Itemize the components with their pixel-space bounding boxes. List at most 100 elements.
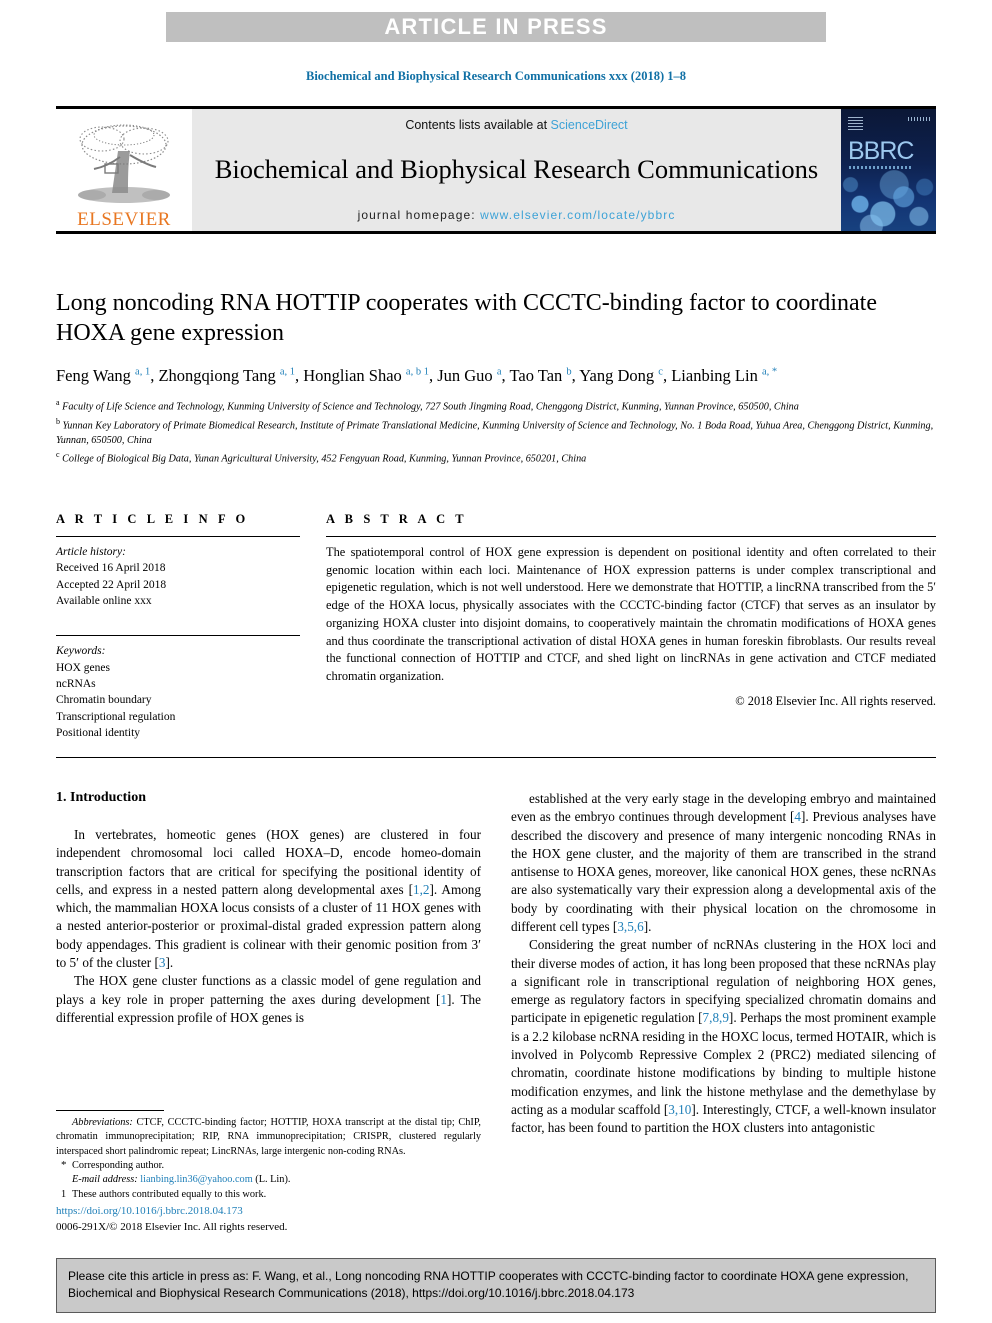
article-history-item: Available online xxx: [56, 594, 152, 607]
author-name: Zhongqiong Tang: [158, 366, 280, 386]
affiliation-text: Faculty of Life Science and Technology, …: [59, 401, 799, 413]
cite-this-article-box: Please cite this article in press as: F.…: [56, 1258, 936, 1314]
citation-link[interactable]: 3,10: [668, 1102, 691, 1117]
paragraph-text: ].: [643, 918, 652, 934]
body-column-left: 1. Introduction In vertebrates, homeotic…: [56, 790, 481, 1202]
journal-masthead: ELSEVIER Contents lists available at Sci…: [56, 106, 936, 234]
article-history-lines: Received 16 April 2018 Accepted 22 April …: [56, 560, 300, 609]
abbrev-label: Abbreviations:: [72, 1117, 133, 1129]
author-affiliation-mark: a, 1: [279, 366, 295, 378]
author-name: Jun Guo: [437, 366, 497, 386]
abstract-heading: A B S T R A C T: [326, 512, 468, 526]
author-separator: ,: [428, 366, 438, 386]
journal-homepage-line: journal homepage: www.elsevier.com/locat…: [358, 208, 676, 222]
masthead-center: Contents lists available at ScienceDirec…: [192, 109, 841, 231]
left-column-paragraphs: In vertebrates, homeotic genes (HOX gene…: [56, 826, 481, 1027]
elsevier-tree-icon: [78, 124, 170, 203]
abstract-copyright: © 2018 Elsevier Inc. All rights reserved…: [735, 693, 936, 708]
footnote-equal-contribution: 1 These authors contributed equally to th…: [56, 1188, 481, 1202]
cite-this-article-text: Please cite this article in press as: F.…: [68, 1269, 909, 1301]
journal-cover-thumbnail: BBRC: [841, 109, 936, 231]
footnotes-block: Abbreviations: CTCF, CCCTC-binding facto…: [56, 1110, 481, 1202]
footnote-email: E-mail address: lianbing.lin36@yahoo.com…: [56, 1173, 481, 1187]
cover-publisher-mark-icon: [848, 115, 863, 130]
email-link[interactable]: lianbing.lin36@yahoo.com: [140, 1174, 252, 1185]
keyword-item: Transcriptional regulation: [56, 710, 176, 723]
abstract-divider: [326, 536, 936, 537]
issn-copyright-line: 0006-291X/© 2018 Elsevier Inc. All right…: [56, 1220, 288, 1233]
article-history-item: Accepted 22 April 2018: [56, 578, 167, 591]
cover-bbrc-title: BBRC: [848, 137, 914, 165]
elsevier-wordmark: ELSEVIER: [77, 209, 171, 230]
author-name: Lianbing Lin: [671, 366, 762, 386]
keywords-lines: HOX genes ncRNAs Chromatin boundary Transcr…: [56, 660, 300, 742]
article-history-item: Received 16 April 2018: [56, 562, 166, 575]
article-in-press-banner: ARTICLE IN PRESS: [166, 12, 826, 42]
affiliation-item: b Yunnan Key Laboratory of Primate Biome…: [56, 416, 936, 449]
article-page: ARTICLE IN PRESS Biochemical and Biophys…: [0, 0, 992, 1323]
journal-reference-line: Biochemical and Biophysical Research Com…: [306, 69, 686, 83]
email-label: E-mail address:: [72, 1174, 138, 1186]
body-column-right: established at the very early stage in t…: [511, 790, 936, 1202]
author-affiliation-mark: a, b 1: [405, 366, 429, 378]
cover-subtitle-rule: [849, 166, 911, 169]
abstract-column: A B S T R A C T The spatiotemporal contr…: [326, 512, 936, 741]
email-suffix: (L. Lin).: [252, 1174, 291, 1186]
footnote-abbreviations: Abbreviations: CTCF, CCCTC-binding facto…: [56, 1116, 481, 1159]
info-abstract-row: A R T I C L E I N F O Article history: R…: [56, 512, 936, 759]
author-name: Honglian Shao: [303, 366, 406, 386]
keywords-label: Keywords:: [56, 645, 106, 658]
affiliation-text: College of Biological Big Data, Yunan Ag…: [59, 452, 587, 464]
footnote-mark-1: 1: [61, 1188, 67, 1200]
citation-link[interactable]: 3,5,6: [617, 919, 643, 934]
article-history-label: Article history:: [56, 546, 126, 558]
homepage-url-link[interactable]: www.elsevier.com/locate/ybbrc: [480, 208, 675, 222]
body-columns: 1. Introduction In vertebrates, homeotic…: [56, 790, 936, 1202]
author-separator: ,: [295, 366, 304, 386]
affiliation-list: a Faculty of Life Science and Technology…: [56, 397, 936, 466]
citation-link[interactable]: 4: [794, 809, 801, 824]
body-paragraph: Considering the great number of ncRNAs c…: [511, 936, 936, 1137]
equal-contribution-text: These authors contributed equally to thi…: [72, 1188, 267, 1200]
abstract-body: The spatiotemporal control of HOX gene e…: [326, 545, 936, 684]
contents-lists-line: Contents lists available at ScienceDirec…: [405, 118, 627, 132]
citation-link[interactable]: 1,2: [413, 882, 429, 897]
author-separator: ,: [662, 366, 672, 386]
keyword-item: Positional identity: [56, 726, 141, 739]
article-info-divider: [56, 536, 300, 537]
sciencedirect-link[interactable]: ScienceDirect: [551, 118, 628, 132]
keywords-block: Keywords: HOX genes ncRNAs Chromatin bound…: [56, 635, 300, 741]
doi-footer: https://doi.org/10.1016/j.bbrc.2018.04.1…: [56, 1204, 287, 1235]
paragraph-text: ].: [165, 954, 174, 970]
doi-link[interactable]: https://doi.org/10.1016/j.bbrc.2018.04.1…: [56, 1204, 287, 1220]
keyword-item: ncRNAs: [56, 677, 96, 690]
title-block: Long noncoding RNA HOTTIP cooperates wit…: [56, 288, 936, 467]
author-affiliation-mark: a, *: [761, 366, 778, 378]
affiliation-item: c College of Biological Big Data, Yunan …: [56, 449, 936, 467]
asterisk-icon: *: [61, 1158, 67, 1171]
affiliation-item: a Faculty of Life Science and Technology…: [56, 397, 936, 415]
keyword-item: Chromatin boundary: [56, 694, 152, 707]
elsevier-logo: ELSEVIER: [56, 109, 192, 231]
keywords-divider: [56, 635, 300, 637]
citation-link[interactable]: 1: [440, 992, 447, 1007]
author-affiliation-mark: a, 1: [135, 366, 151, 378]
affiliation-text: Yunnan Key Laboratory of Primate Biomedi…: [56, 419, 934, 446]
body-paragraph: In vertebrates, homeotic genes (HOX gene…: [56, 826, 481, 972]
paragraph-text: The HOX gene cluster functions as a clas…: [56, 973, 481, 1007]
section-heading-introduction: 1. Introduction: [56, 790, 146, 805]
author-name: Yang Dong: [579, 366, 659, 386]
page-title: Long noncoding RNA HOTTIP cooperates wit…: [56, 290, 877, 347]
keyword-item: HOX genes: [56, 661, 110, 674]
citation-link[interactable]: 7,8,9: [703, 1010, 729, 1025]
contents-prefix: Contents lists available at: [405, 118, 551, 132]
footnote-corresponding-author: * Corresponding author.: [56, 1159, 481, 1173]
corresponding-author-text: Corresponding author.: [72, 1159, 165, 1171]
author-list: Feng Wang a, 1, Zhongqiong Tang a, 1, Ho…: [56, 364, 936, 388]
body-paragraph: established at the very early stage in t…: [511, 790, 936, 936]
journal-title: Biochemical and Biophysical Research Com…: [214, 154, 819, 185]
article-info-heading: A R T I C L E I N F O: [56, 512, 249, 526]
author-name: Tao Tan: [509, 366, 567, 386]
body-paragraph: The HOX gene cluster functions as a clas…: [56, 972, 481, 1027]
article-info-column: A R T I C L E I N F O Article history: R…: [56, 512, 300, 741]
